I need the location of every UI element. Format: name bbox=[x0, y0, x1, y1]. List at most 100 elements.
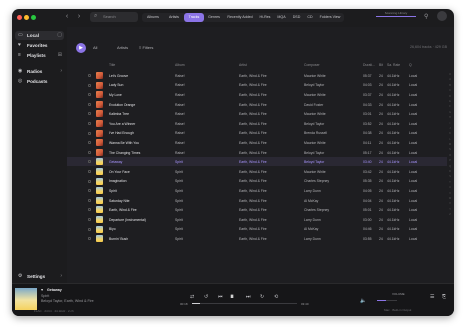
row-checkbox[interactable] bbox=[88, 227, 91, 231]
cell-bit: 24 bbox=[379, 188, 383, 193]
cell-album: Raise! bbox=[175, 140, 185, 145]
tab-recently-added[interactable]: Recently Added bbox=[224, 13, 256, 22]
row-checkbox[interactable] bbox=[88, 93, 91, 97]
repeat-icon[interactable]: ⟲ bbox=[274, 294, 278, 300]
play-all-button[interactable]: ▶ bbox=[76, 43, 86, 53]
sidebar-item-podcasts[interactable]: ◎ Podcasts bbox=[15, 77, 64, 86]
table-row[interactable]: Imagination Spirit Earth, Wind & Fire Charl… bbox=[67, 177, 447, 186]
shuffle-icon[interactable]: ⇄ bbox=[190, 294, 194, 300]
tab-folders-view[interactable]: Folders View bbox=[316, 13, 344, 22]
back-button[interactable]: ‹ bbox=[62, 12, 72, 22]
col-album[interactable]: Album bbox=[175, 63, 185, 67]
table-row[interactable]: The Changing Times Raise! Earth, Wind & Fi… bbox=[67, 148, 447, 157]
settings-button[interactable]: ⚙ Settings › bbox=[15, 272, 64, 281]
pause-button[interactable]: ⏸ bbox=[230, 292, 234, 302]
table-row[interactable]: Biyo Spirit Earth, Wind & Fire Al McKay 04:4… bbox=[67, 225, 447, 234]
table-row[interactable]: Wanna Be With You Raise! Earth, Wind & Fir… bbox=[67, 138, 447, 147]
col-duration[interactable]: Durati... bbox=[363, 63, 375, 67]
close-window-button[interactable] bbox=[17, 15, 22, 20]
table-row[interactable]: Saturday Nite Spirit Earth, Wind & Fire Al … bbox=[67, 196, 447, 205]
row-checkbox[interactable] bbox=[88, 150, 91, 154]
row-checkbox[interactable] bbox=[88, 74, 91, 77]
row-checkbox[interactable] bbox=[88, 170, 91, 173]
col-quality[interactable]: Q bbox=[409, 63, 412, 67]
cell-bit: 24 bbox=[379, 217, 383, 222]
lyrics-icon[interactable]: ⎘ bbox=[442, 294, 446, 300]
row-checkbox[interactable] bbox=[88, 112, 91, 116]
zoom-window-button[interactable] bbox=[31, 15, 36, 20]
cell-title: Burnin' Bush bbox=[109, 236, 129, 241]
row-checkbox[interactable] bbox=[88, 189, 91, 193]
search-input[interactable]: ⌕ Search bbox=[90, 12, 138, 22]
row-checkbox[interactable] bbox=[88, 131, 91, 135]
heart-icon[interactable]: ♥ bbox=[41, 288, 43, 292]
row-checkbox[interactable] bbox=[88, 160, 91, 164]
col-sample-rate[interactable]: Sa. Rate bbox=[387, 63, 400, 67]
tab-cd[interactable]: CD bbox=[304, 13, 316, 22]
add-icon[interactable]: ⊞ bbox=[58, 51, 62, 60]
col-composer[interactable]: Composer bbox=[304, 63, 320, 67]
alphabet-letter[interactable]: Z bbox=[448, 213, 452, 218]
sidebar-item-playlists[interactable]: ≡ Playlists ⊞ bbox=[15, 51, 64, 60]
cell-artist: Earth, Wind & Fire bbox=[239, 102, 267, 107]
volume-slider[interactable] bbox=[377, 300, 397, 301]
cell-artist: Earth, Wind & Fire bbox=[239, 208, 267, 213]
table-row[interactable]: Earth, Wind & Fire Spirit Earth, Wind & Fi… bbox=[67, 205, 447, 214]
table-row[interactable]: Getaway Spirit Earth, Wind & Fire Beloyd Ta… bbox=[67, 157, 447, 167]
tab-genres[interactable]: Genres bbox=[204, 13, 224, 22]
tab-mqa[interactable]: MQA bbox=[274, 13, 289, 22]
artists-toggle[interactable]: Artists bbox=[117, 45, 128, 50]
forward-button[interactable]: › bbox=[74, 12, 84, 22]
cell-artist: Earth, Wind & Fire bbox=[239, 140, 267, 145]
skip-forward-icon[interactable]: ↻ bbox=[260, 294, 264, 300]
skip-back-icon[interactable]: ↺ bbox=[204, 294, 208, 300]
table-row[interactable]: I've Had Enough Raise! Earth, Wind & Fire B… bbox=[67, 129, 447, 138]
row-checkbox[interactable] bbox=[88, 208, 91, 212]
table-row[interactable]: Lady Sun Raise! Earth, Wind & Fire Beloyd T… bbox=[67, 81, 447, 90]
speaker-icon[interactable]: 🔈 bbox=[360, 298, 366, 304]
row-checkbox[interactable] bbox=[88, 237, 91, 241]
queue-icon[interactable]: ☰ bbox=[430, 294, 434, 300]
row-checkbox[interactable] bbox=[88, 102, 91, 106]
row-checkbox[interactable] bbox=[88, 83, 91, 87]
tab-hi-res[interactable]: Hi-Res bbox=[256, 13, 274, 22]
previous-icon[interactable]: ⏮ bbox=[218, 294, 223, 300]
table-row[interactable]: Evolution Orange Raise! Earth, Wind & Fire… bbox=[67, 100, 447, 109]
cell-duration: 04:03 bbox=[363, 83, 372, 88]
table-row[interactable]: Departure (Instrumental) Spirit Earth, Win… bbox=[67, 215, 447, 224]
filter-icon[interactable]: ⚲ bbox=[424, 13, 428, 20]
col-artist[interactable]: Artist bbox=[239, 63, 247, 67]
minimize-window-button[interactable] bbox=[24, 15, 29, 20]
avatar[interactable] bbox=[437, 11, 447, 21]
row-checkbox[interactable] bbox=[88, 141, 91, 145]
now-playing-artwork[interactable] bbox=[15, 288, 37, 310]
album-art-thumbnail bbox=[96, 187, 103, 195]
tab-tracks[interactable]: Tracks bbox=[184, 13, 204, 22]
table-row[interactable]: You Are a Winner Raise! Earth, Wind & Fire… bbox=[67, 119, 447, 128]
filters-button[interactable]: ≡ Filters bbox=[139, 45, 153, 50]
row-checkbox[interactable] bbox=[88, 198, 91, 202]
col-title[interactable]: Title bbox=[109, 63, 115, 67]
next-icon[interactable]: ⏭ bbox=[246, 294, 251, 300]
cell-rate: 44.1kHz bbox=[387, 73, 400, 78]
playback-progress-slider[interactable] bbox=[192, 303, 297, 304]
table-row[interactable]: Spirit Spirit Earth, Wind & Fire Larry Dunn… bbox=[67, 186, 447, 195]
row-checkbox[interactable] bbox=[88, 122, 91, 125]
row-checkbox[interactable] bbox=[88, 218, 91, 221]
sidebar-item-favorites[interactable]: ♥ Favorites bbox=[15, 41, 64, 50]
row-checkbox[interactable] bbox=[88, 179, 91, 183]
tab-dsd[interactable]: DSD bbox=[289, 13, 304, 22]
tab-albums[interactable]: Albums bbox=[142, 13, 164, 22]
table-row[interactable]: On Your Face Spirit Earth, Wind & Fire Maur… bbox=[67, 167, 447, 176]
col-bit[interactable]: Bit bbox=[379, 63, 383, 67]
tab-artists[interactable]: Artists bbox=[164, 13, 184, 22]
all-toggle[interactable]: All bbox=[93, 45, 97, 50]
table-row[interactable]: Burnin' Bush Spirit Earth, Wind & Fire Larr… bbox=[67, 234, 447, 243]
sidebar-item-local[interactable]: ▭ Local ▢ bbox=[15, 31, 64, 40]
table-row[interactable]: My Love Raise! Earth, Wind & Fire Maurice W… bbox=[67, 90, 447, 99]
table-row[interactable]: Kalimba Tree Raise! Earth, Wind & Fire Maur… bbox=[67, 109, 447, 118]
cell-album: Spirit bbox=[175, 188, 183, 193]
cell-duration: 05:17 bbox=[363, 150, 372, 155]
table-row[interactable]: Let's Groove Raise! Earth, Wind & Fire Maur… bbox=[67, 71, 447, 80]
sidebar-item-radios[interactable]: ◉ Radios › bbox=[15, 67, 64, 76]
